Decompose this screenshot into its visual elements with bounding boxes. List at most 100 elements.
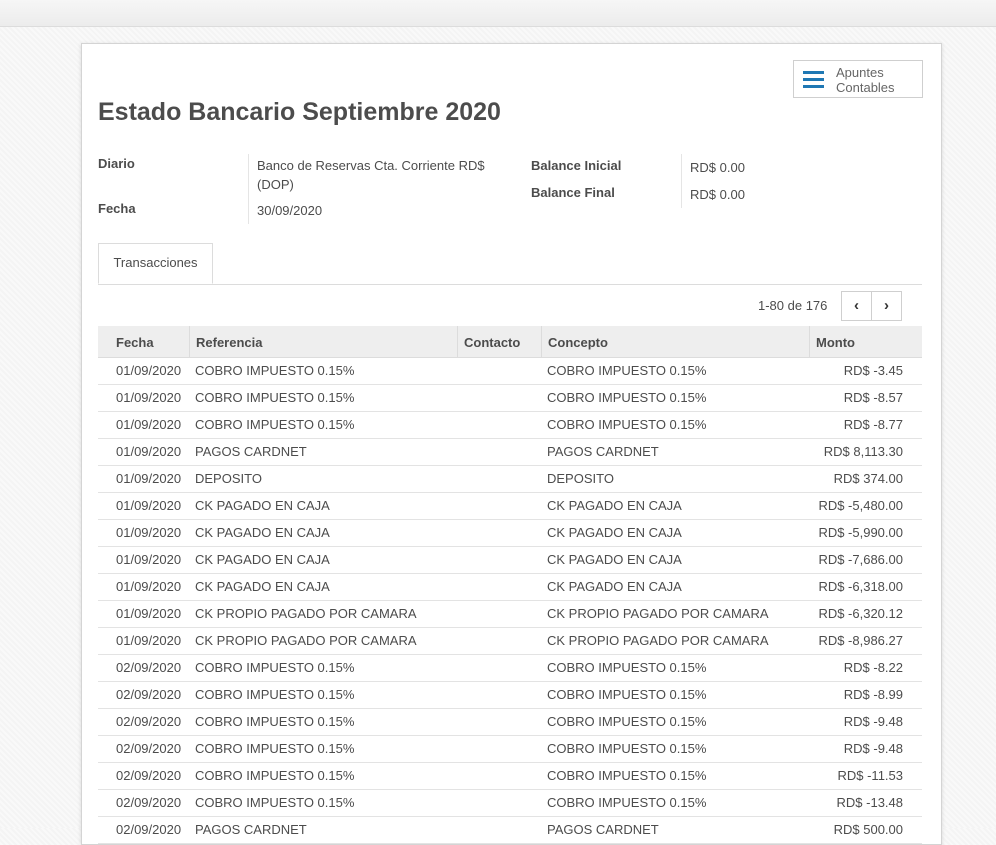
row-referencia: COBRO IMPUESTO 0.15% <box>195 390 355 405</box>
column-header-referencia[interactable]: Referencia <box>189 326 457 357</box>
row-referencia: COBRO IMPUESTO 0.15% <box>195 795 355 810</box>
row-monto: RD$ -5,990.00 <box>818 525 903 540</box>
diario-value[interactable]: Banco de Reservas Cta. Corriente RD$ (DO… <box>257 156 502 194</box>
row-monto: RD$ 374.00 <box>833 471 903 486</box>
row-fecha: 01/09/2020 <box>116 363 182 378</box>
table-row[interactable]: 01/09/2020 CK PAGADO EN CAJA CK PAGADO EN … <box>98 574 922 601</box>
row-monto: RD$ -7,686.00 <box>818 552 903 567</box>
pager-buttons: ‹ › <box>841 291 902 321</box>
table-row[interactable]: 01/09/2020 CK PAGADO EN CAJA CK PAGADO EN … <box>98 520 922 547</box>
column-header-concepto[interactable]: Concepto <box>541 326 809 357</box>
tab-transacciones[interactable]: Transacciones <box>98 243 213 284</box>
balance-final-value[interactable]: RD$ 0.00 <box>690 185 745 204</box>
row-referencia: CK PAGADO EN CAJA <box>195 579 330 594</box>
row-monto: RD$ 500.00 <box>833 822 903 837</box>
row-monto: RD$ -13.48 <box>836 795 903 810</box>
row-concepto: COBRO IMPUESTO 0.15% <box>547 795 707 810</box>
row-concepto: COBRO IMPUESTO 0.15% <box>547 363 707 378</box>
table-row[interactable]: 01/09/2020 CK PROPIO PAGADO POR CAMARA CK … <box>98 628 922 655</box>
row-fecha: 01/09/2020 <box>116 525 182 540</box>
table-row[interactable]: 02/09/2020 COBRO IMPUESTO 0.15% COBRO IMPU… <box>98 790 922 817</box>
table-row[interactable]: 01/09/2020 DEPOSITO DEPOSITO RD$ 374.00 <box>98 466 922 493</box>
row-monto: RD$ -6,320.12 <box>818 606 903 621</box>
fecha-label: Fecha <box>98 201 136 216</box>
row-monto: RD$ -8,986.27 <box>818 633 903 648</box>
hamburger-list-icon <box>803 71 824 88</box>
row-concepto: CK PAGADO EN CAJA <box>547 525 682 540</box>
row-fecha: 01/09/2020 <box>116 444 182 459</box>
table-row[interactable]: 02/09/2020 COBRO IMPUESTO 0.15% COBRO IMPU… <box>98 736 922 763</box>
table-row[interactable]: 02/09/2020 PAGOS CARDNET PAGOS CARDNET RD$ … <box>98 817 922 844</box>
table-row[interactable]: 02/09/2020 COBRO IMPUESTO 0.15% COBRO IMPU… <box>98 682 922 709</box>
row-fecha: 02/09/2020 <box>116 768 182 783</box>
table-row[interactable]: 02/09/2020 COBRO IMPUESTO 0.15% COBRO IMPU… <box>98 655 922 682</box>
row-fecha: 02/09/2020 <box>116 687 182 702</box>
row-fecha: 02/09/2020 <box>116 741 182 756</box>
pager-next-button[interactable]: › <box>872 292 901 320</box>
balance-inicial-label: Balance Inicial <box>531 158 622 173</box>
row-concepto: CK PROPIO PAGADO POR CAMARA <box>547 633 769 648</box>
row-concepto: COBRO IMPUESTO 0.15% <box>547 714 707 729</box>
row-concepto: COBRO IMPUESTO 0.15% <box>547 741 707 756</box>
row-fecha: 01/09/2020 <box>116 390 182 405</box>
row-fecha: 02/09/2020 <box>116 660 182 675</box>
pager-previous-button[interactable]: ‹ <box>842 292 872 320</box>
table-row[interactable]: 01/09/2020 PAGOS CARDNET PAGOS CARDNET RD$ … <box>98 439 922 466</box>
column-header-monto[interactable]: Monto <box>809 326 922 357</box>
row-concepto: COBRO IMPUESTO 0.15% <box>547 687 707 702</box>
apuntes-contables-button[interactable]: Apuntes Contables <box>793 60 923 98</box>
pager-value[interactable]: 1-80 de 176 <box>758 298 827 313</box>
row-referencia: CK PROPIO PAGADO POR CAMARA <box>195 606 417 621</box>
row-referencia: COBRO IMPUESTO 0.15% <box>195 714 355 729</box>
page-title: Estado Bancario Septiembre 2020 <box>98 98 501 126</box>
row-referencia: COBRO IMPUESTO 0.15% <box>195 417 355 432</box>
balance-final-label: Balance Final <box>531 185 615 200</box>
row-monto: RD$ -9.48 <box>843 741 903 756</box>
row-fecha: 01/09/2020 <box>116 498 182 513</box>
row-fecha: 02/09/2020 <box>116 714 182 729</box>
row-monto: RD$ -6,318.00 <box>818 579 903 594</box>
table-row[interactable]: 01/09/2020 COBRO IMPUESTO 0.15% COBRO IMPU… <box>98 412 922 439</box>
table-row[interactable]: 01/09/2020 COBRO IMPUESTO 0.15% COBRO IMPU… <box>98 358 922 385</box>
table-row[interactable]: 01/09/2020 COBRO IMPUESTO 0.15% COBRO IMPU… <box>98 385 922 412</box>
row-fecha: 01/09/2020 <box>116 552 182 567</box>
row-concepto: COBRO IMPUESTO 0.15% <box>547 390 707 405</box>
row-referencia: COBRO IMPUESTO 0.15% <box>195 687 355 702</box>
transactions-table: Fecha Referencia Contacto Concepto Monto… <box>98 326 922 844</box>
row-fecha: 01/09/2020 <box>116 471 182 486</box>
row-monto: RD$ -8.22 <box>843 660 903 675</box>
fecha-value[interactable]: 30/09/2020 <box>257 201 322 220</box>
row-monto: RD$ -9.48 <box>843 714 903 729</box>
row-monto: RD$ -8.57 <box>843 390 903 405</box>
form-sheet: Apuntes Contables Estado Bancario Septie… <box>81 43 942 845</box>
table-row[interactable]: 01/09/2020 CK PROPIO PAGADO POR CAMARA CK … <box>98 601 922 628</box>
table-row[interactable]: 02/09/2020 COBRO IMPUESTO 0.15% COBRO IMPU… <box>98 763 922 790</box>
column-header-contacto[interactable]: Contacto <box>457 326 541 357</box>
table-header: Fecha Referencia Contacto Concepto Monto <box>98 326 922 358</box>
row-concepto: PAGOS CARDNET <box>547 444 659 459</box>
row-fecha: 01/09/2020 <box>116 417 182 432</box>
row-concepto: COBRO IMPUESTO 0.15% <box>547 660 707 675</box>
row-monto: RD$ -3.45 <box>843 363 903 378</box>
table-body: 01/09/2020 COBRO IMPUESTO 0.15% COBRO IMPU… <box>98 358 922 844</box>
table-row[interactable]: 01/09/2020 CK PAGADO EN CAJA CK PAGADO EN … <box>98 493 922 520</box>
row-concepto: CK PAGADO EN CAJA <box>547 552 682 567</box>
row-monto: RD$ -8.99 <box>843 687 903 702</box>
row-referencia: CK PAGADO EN CAJA <box>195 498 330 513</box>
notebook-tabs: Transacciones <box>98 243 922 285</box>
row-monto: RD$ -11.53 <box>837 768 903 783</box>
balance-inicial-value[interactable]: RD$ 0.00 <box>690 158 745 177</box>
table-row[interactable]: 01/09/2020 CK PAGADO EN CAJA CK PAGADO EN … <box>98 547 922 574</box>
column-header-fecha[interactable]: Fecha <box>110 326 189 357</box>
row-concepto: COBRO IMPUESTO 0.15% <box>547 417 707 432</box>
row-concepto: CK PROPIO PAGADO POR CAMARA <box>547 606 769 621</box>
row-concepto: DEPOSITO <box>547 471 614 486</box>
chevron-right-icon: › <box>884 297 889 314</box>
apuntes-contables-label: Apuntes Contables <box>836 65 895 95</box>
row-referencia: COBRO IMPUESTO 0.15% <box>195 660 355 675</box>
row-monto: RD$ -5,480.00 <box>818 498 903 513</box>
row-fecha: 01/09/2020 <box>116 606 182 621</box>
table-row[interactable]: 02/09/2020 COBRO IMPUESTO 0.15% COBRO IMPU… <box>98 709 922 736</box>
row-fecha: 01/09/2020 <box>116 579 182 594</box>
row-referencia: PAGOS CARDNET <box>195 444 307 459</box>
